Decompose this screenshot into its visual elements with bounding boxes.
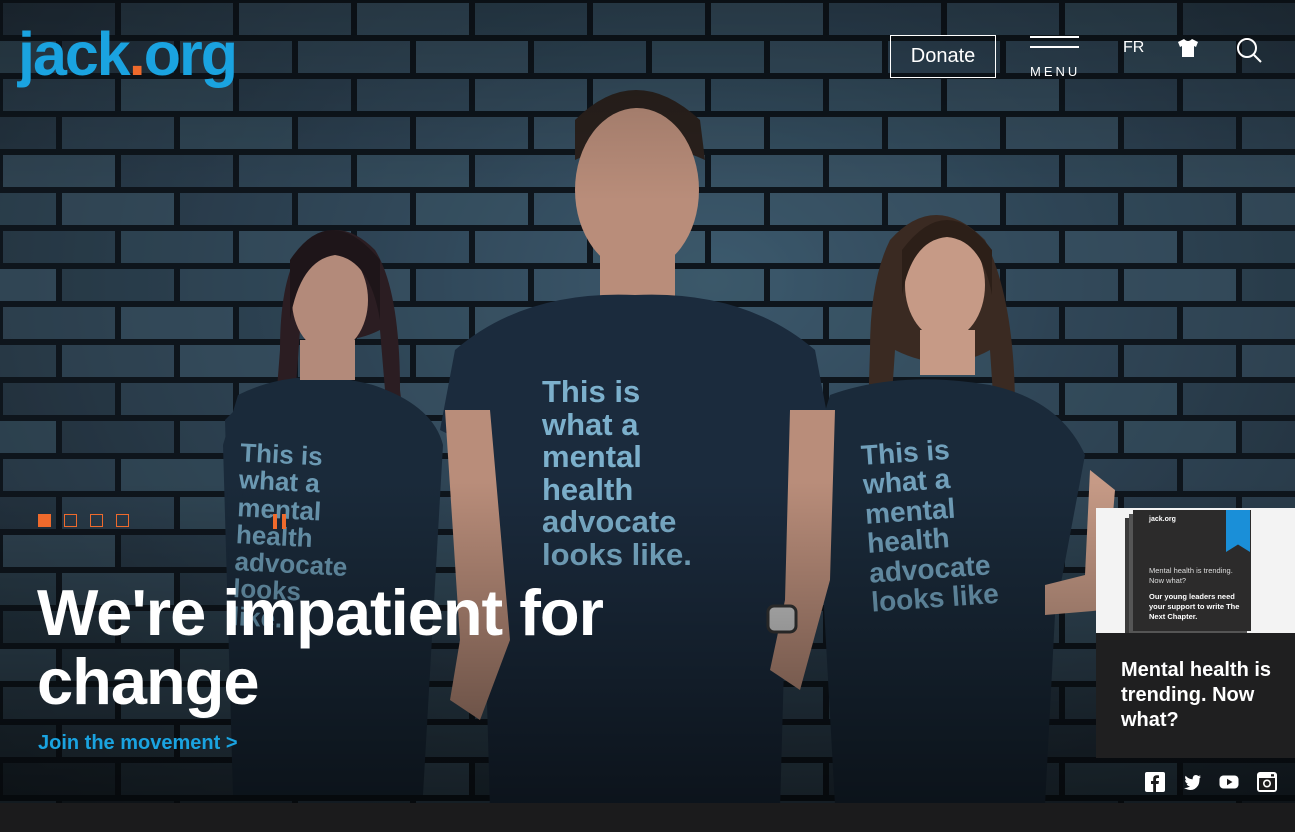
join-movement-link[interactable]: Join the movement > <box>38 732 238 755</box>
book-description: Our young leaders need your support to w… <box>1149 592 1240 621</box>
promo-card-trending[interactable]: jack.org Mental health is trending. Now … <box>1096 508 1295 758</box>
logo-tld: org <box>143 20 238 88</box>
search-icon[interactable] <box>1235 36 1263 64</box>
donate-button[interactable]: Donate <box>890 35 996 78</box>
language-toggle-fr[interactable]: FR <box>1123 39 1144 57</box>
footer-bar <box>0 803 1295 832</box>
menu-button[interactable]: MENU <box>1030 36 1081 79</box>
youtube-icon[interactable] <box>1219 772 1239 792</box>
promo-book: jack.org Mental health is trending. Now … <box>1133 510 1251 631</box>
logo-dot: . <box>128 20 146 88</box>
slide-dot-1[interactable] <box>38 514 51 527</box>
twitter-icon[interactable] <box>1182 772 1202 792</box>
facebook-icon[interactable] <box>1145 772 1165 792</box>
jack-org-logo[interactable]: jack.org <box>18 24 238 85</box>
menu-line-bottom <box>1030 46 1079 48</box>
slide-dot-3[interactable] <box>90 514 103 527</box>
menu-line-top <box>1030 36 1079 38</box>
tshirt-icon[interactable] <box>1177 38 1199 58</box>
slide-dot-4[interactable] <box>116 514 129 527</box>
menu-label: MENU <box>1030 64 1081 79</box>
bookmark-ribbon <box>1226 510 1250 552</box>
promo-book-image: jack.org Mental health is trending. Now … <box>1096 508 1295 633</box>
book-subtitle: Mental health is trending. Now what? <box>1149 566 1233 585</box>
book-brand: jack.org <box>1149 516 1176 523</box>
pause-icon[interactable] <box>273 514 288 529</box>
slide-dot-2[interactable] <box>64 514 77 527</box>
logo-word: jack <box>18 20 131 88</box>
instagram-icon[interactable] <box>1257 772 1277 792</box>
hero-headline: We're impatient for change <box>37 576 604 718</box>
slide-indicators <box>38 514 129 527</box>
promo-title: Mental health is trending. Now what? <box>1121 659 1272 731</box>
